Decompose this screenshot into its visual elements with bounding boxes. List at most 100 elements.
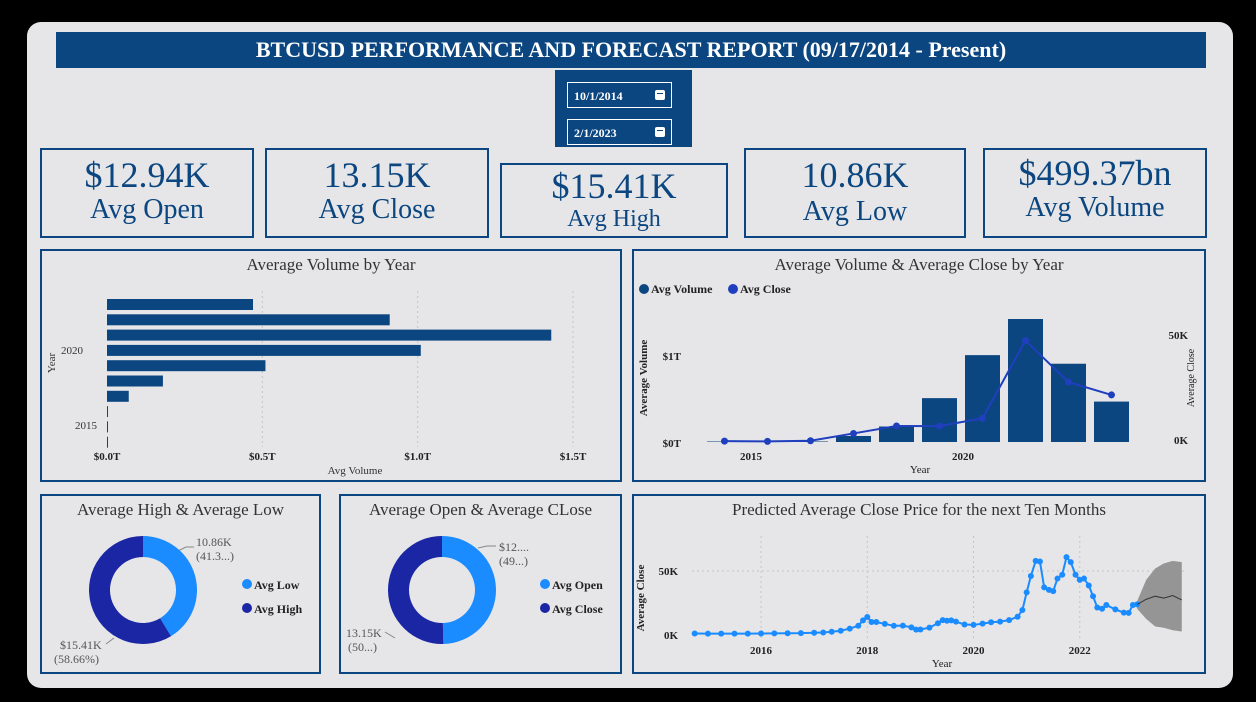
legend-item-avg-open: Avg Open <box>552 578 603 592</box>
y2-tick-label: 0K <box>1174 435 1189 447</box>
kpi-value: 13.15K <box>323 155 431 195</box>
y-tick-label: 2020 <box>61 345 84 357</box>
data-point <box>988 619 995 626</box>
legend-item-avg-volume: Avg Volume <box>651 282 713 296</box>
bar <box>107 344 421 356</box>
line-point <box>1108 391 1115 399</box>
y2-axis-label: Average Close <box>1186 348 1197 407</box>
donut-slice <box>442 536 496 644</box>
line-point <box>764 437 771 445</box>
data-point <box>997 618 1004 625</box>
report-title: BTCUSD PERFORMANCE AND FORECAST REPORT (… <box>56 32 1206 68</box>
data-point <box>828 628 835 635</box>
data-point <box>1023 589 1030 596</box>
line-point <box>1065 378 1072 386</box>
panel-avg-volume-by-year: Average Volume by Year Year Avg Volume 2… <box>40 249 622 482</box>
data-point <box>771 630 778 637</box>
data-point <box>926 624 933 631</box>
data-point <box>837 627 844 634</box>
data-point <box>744 630 751 637</box>
panel-forecast-close: Predicted Average Close Price for the ne… <box>632 494 1206 674</box>
data-point <box>797 630 804 637</box>
kpi-label: Avg Close <box>318 194 436 225</box>
data-point <box>1019 607 1026 614</box>
panel-volume-close-by-year: Average Volume & Average Close by Year A… <box>632 249 1206 482</box>
slice-pct-label: (41.3...) <box>196 549 234 563</box>
legend-marker-avg-close <box>728 284 738 294</box>
data-point <box>1081 575 1088 582</box>
line-point <box>807 437 814 445</box>
y2-tick-label: 50K <box>1168 330 1188 342</box>
legend-item-avg-close: Avg Close <box>552 602 603 616</box>
start-date-input[interactable]: 10/1/2014 <box>567 82 672 108</box>
data-point <box>961 621 968 628</box>
legend-item-avg-high: Avg High <box>254 602 302 616</box>
donut-slice <box>143 536 197 637</box>
chart-avg-volume-by-year: Year Avg Volume 2020 2015 $0.0T $0.5T $1.0… <box>46 291 587 477</box>
panel-high-low-donut: Average High & Average Low 10.86K (41.3.… <box>40 494 321 674</box>
y-axis-label: Year <box>46 353 58 374</box>
data-point <box>1063 554 1070 561</box>
kpi-card-avg-volume: $499.37bn Avg Volume <box>983 148 1207 238</box>
y-axis-label: Average Volume <box>638 340 650 417</box>
data-point <box>881 620 888 627</box>
x-tick-label: 2020 <box>963 645 986 657</box>
kpi-label: Avg Volume <box>1025 192 1165 223</box>
legend-item-avg-low: Avg Low <box>254 578 300 592</box>
kpi-card-avg-open: $12.94K Avg Open <box>40 148 254 238</box>
x-tick-label: 2022 <box>1069 645 1092 657</box>
line-point <box>936 422 943 430</box>
bar <box>107 329 552 341</box>
bar <box>1094 401 1129 442</box>
data-point <box>758 630 765 637</box>
data-point <box>691 630 698 637</box>
chart-volume-close-by-year: Avg Volume Avg Close Average Volume Aver… <box>638 282 1197 476</box>
x-axis-label: Year <box>910 464 931 476</box>
legend-marker-avg-close <box>540 603 550 613</box>
leader-line <box>477 545 496 549</box>
y-axis-label: Average Close <box>635 565 647 632</box>
data-point <box>952 618 959 625</box>
end-date-input[interactable]: 2/1/2023 <box>567 119 672 145</box>
calendar-icon[interactable] <box>655 90 665 100</box>
chart-open-close-donut: $12.... (49...) 13.15K (50...) Avg Open … <box>346 536 603 654</box>
slice-pct-label: (49...) <box>499 554 528 568</box>
slice-value-label: $12.... <box>499 540 529 554</box>
line-point <box>893 422 900 430</box>
data-point <box>1054 575 1061 582</box>
data-point <box>704 630 711 637</box>
kpi-card-avg-low: 10.86K Avg Low <box>744 148 966 238</box>
data-point <box>1125 609 1132 616</box>
date-range-slicer: 10/1/2014 2/1/2023 <box>555 70 692 147</box>
data-point <box>1036 558 1043 565</box>
data-point <box>1112 606 1119 613</box>
data-point <box>855 622 862 629</box>
data-point <box>890 622 897 629</box>
kpi-label: Avg Low <box>802 196 908 227</box>
x-axis-label: Year <box>932 658 953 670</box>
x-tick-label: $1.0T <box>404 451 431 463</box>
data-point <box>1027 573 1034 580</box>
data-point <box>864 613 871 620</box>
bar <box>107 299 254 310</box>
legend-marker-avg-open <box>540 579 550 589</box>
leader-line <box>384 631 396 639</box>
start-date-value: 10/1/2014 <box>574 89 623 103</box>
chart-forecast-close: Average Close Year 50K 0K 2016 2018 2020 20… <box>635 536 1186 670</box>
calendar-icon[interactable] <box>655 127 665 137</box>
bar <box>107 375 163 387</box>
donut-slice <box>387 536 444 644</box>
x-tick-label: $0.0T <box>94 451 121 463</box>
slice-value-label: 13.15K <box>346 626 382 640</box>
data-point <box>731 630 738 637</box>
y-tick-label: $0T <box>663 438 682 450</box>
x-tick-label: $0.5T <box>249 451 276 463</box>
x-tick-label: 2015 <box>740 451 763 463</box>
chart-high-low-donut: 10.86K (41.3...) $15.41K (58.66%) Avg Lo… <box>54 535 302 666</box>
data-point <box>1006 617 1013 624</box>
data-point <box>873 619 880 626</box>
y-tick-label: 2015 <box>75 420 98 432</box>
data-point <box>1059 571 1066 578</box>
x-tick-label: 2020 <box>952 451 975 463</box>
data-point <box>1103 602 1110 609</box>
